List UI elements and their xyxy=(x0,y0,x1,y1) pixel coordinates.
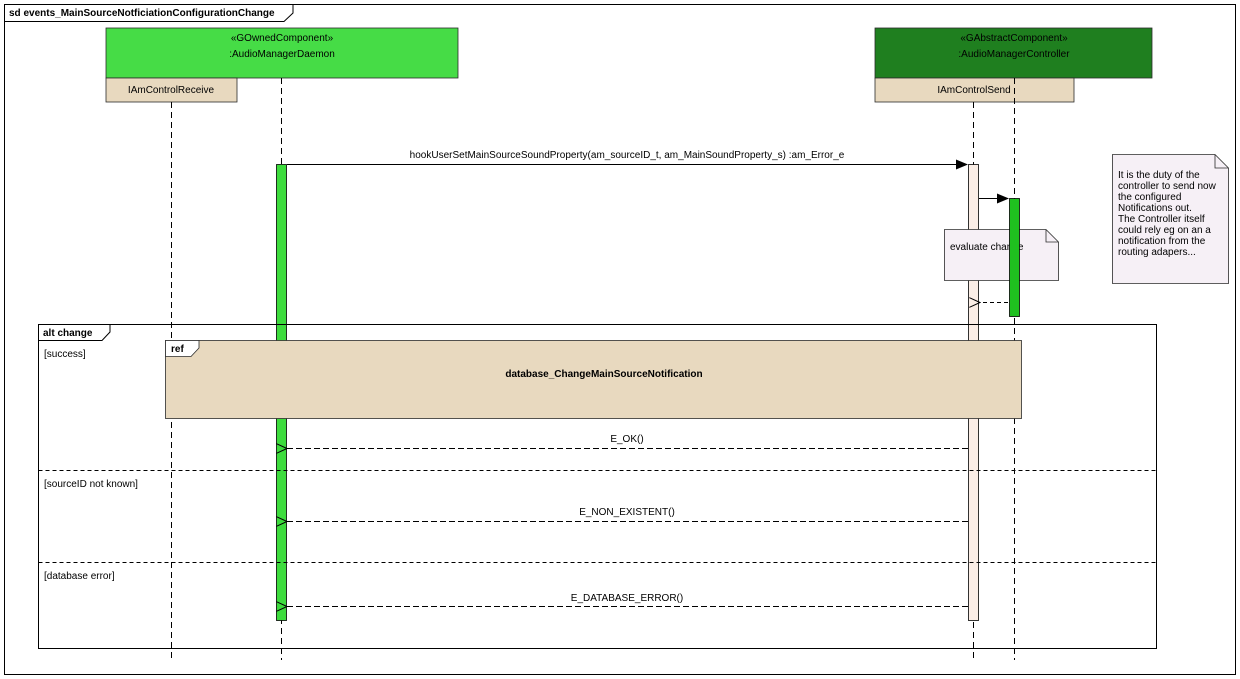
note-evaluate xyxy=(944,229,1059,281)
note-duty-line: The Controller itself xyxy=(1118,214,1205,225)
note-duty-text: It is the duty of the controller to send… xyxy=(1118,170,1219,258)
guard-db-error: [database error] xyxy=(44,571,115,582)
alt-fragment-label: alt change xyxy=(43,328,93,339)
controller-name: :AudioManagerController xyxy=(958,49,1070,60)
guard-not-known: [sourceID not known] xyxy=(44,479,138,490)
note-duty-line: controller to send now xyxy=(1118,181,1217,192)
return-non-existent-label: E_NON_EXISTENT() xyxy=(579,507,675,518)
return-ok-label: E_OK() xyxy=(610,434,643,445)
guard-success: [success] xyxy=(44,349,86,360)
note-duty-line: could rely eg on an a xyxy=(1118,225,1211,236)
ref-fragment-tag: ref xyxy=(171,344,184,355)
note-duty-line: routing adapers... xyxy=(1118,247,1196,258)
message-hook-call-label: hookUserSetMainSourceSoundProperty(am_so… xyxy=(410,150,845,161)
ref-fragment-name: database_ChangeMainSourceNotification xyxy=(505,369,702,380)
port-receive-label: IAmControlReceive xyxy=(128,85,215,96)
note-duty-line: Notifications out. xyxy=(1118,203,1192,214)
note-duty-line: It is the duty of the xyxy=(1118,170,1200,181)
port-send-label: IAmControlSend xyxy=(937,85,1010,96)
diagram-frame xyxy=(4,4,1236,675)
sequence-diagram: sd events_MainSourceNotficiationConfigur… xyxy=(4,4,1236,675)
daemon-name: :AudioManagerDaemon xyxy=(229,49,335,60)
note-duty-line: the configured xyxy=(1118,192,1181,203)
daemon-stereotype: «GOwnedComponent» xyxy=(231,33,334,44)
return-db-error-label: E_DATABASE_ERROR() xyxy=(571,593,683,604)
note-duty-line: notification from the xyxy=(1118,236,1206,247)
frame-title: sd events_MainSourceNotficiationConfigur… xyxy=(9,8,275,19)
activation-controller xyxy=(1009,198,1020,317)
controller-stereotype: «GAbstractComponent» xyxy=(960,33,1068,44)
